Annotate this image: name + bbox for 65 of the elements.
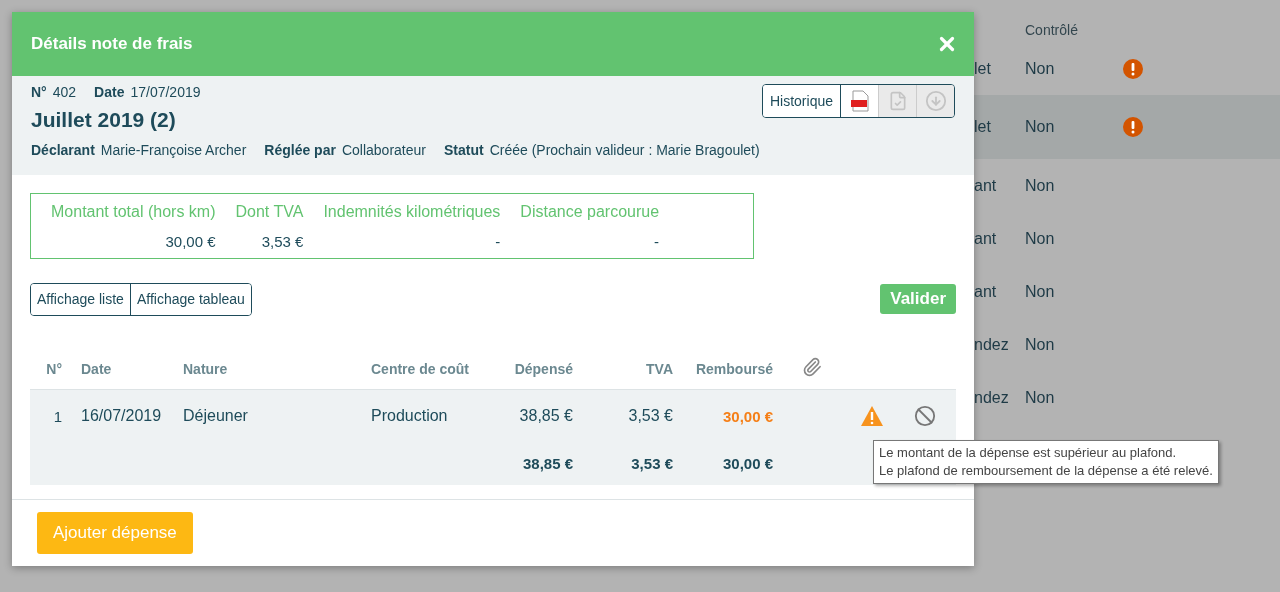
cell-text: ant	[974, 176, 998, 195]
column-header: Contrôlé	[1025, 22, 1078, 38]
summary-label: Indemnités kilométriques	[322, 202, 501, 221]
table-cell-text: 3,53 €	[627, 407, 673, 426]
table-cell-text: 16/07/2019	[80, 407, 163, 426]
summary-value: 3,53 €	[260, 231, 304, 250]
tooltip-text: Le montant de la dépense est supérieur au plafond.	[879, 444, 1178, 462]
summary-value: -	[653, 231, 660, 250]
cell-text: Non	[1025, 59, 1056, 78]
cell-text: Non	[1025, 282, 1056, 301]
history-button[interactable]: Historique	[762, 85, 840, 118]
summary-value: 30,00 €	[164, 231, 216, 250]
pdf-icon	[849, 90, 870, 113]
summary-label: Montant total (hors km)	[50, 202, 216, 221]
column-header: TVA	[645, 360, 673, 377]
column-header: Nature	[182, 360, 229, 377]
tooltip-text: Le plafond de remboursement de la dépense a été relevé.	[879, 462, 1213, 480]
table-cell-text: 38,85 €	[518, 407, 573, 426]
meta-field: Date 17/07/2019	[94, 84, 201, 101]
view-button[interactable]: Affichage tableau	[129, 283, 251, 315]
cell-text: ndez	[974, 335, 1010, 354]
cell-text: ant	[974, 229, 998, 248]
cell-text: Non	[1025, 335, 1056, 354]
summary-value: -	[494, 231, 501, 250]
cell-text: Non	[1025, 176, 1056, 195]
list-row[interactable]: ant Non	[974, 265, 1280, 318]
cell-text: ant	[974, 282, 998, 301]
cell-text: Non	[1025, 388, 1056, 407]
column-header: Dépensé	[513, 360, 573, 377]
alert-icon	[1122, 116, 1144, 138]
alert-icon	[1122, 57, 1144, 80]
total-cell-text: 38,85 €	[521, 455, 573, 473]
list-row[interactable]: ndez Non	[974, 371, 1280, 424]
table-cell-text: 30,00 €	[721, 407, 773, 425]
ban-icon[interactable]	[913, 405, 936, 428]
total-cell-text: 30,00 €	[721, 455, 773, 473]
table-cell-text: 1	[52, 407, 62, 425]
paperclip-icon	[802, 356, 822, 377]
report-title: Juillet 2019 (2)	[31, 108, 177, 133]
pdf-button[interactable]	[840, 85, 878, 118]
cell-text: Non	[1025, 229, 1056, 248]
column-header: Remboursé	[694, 360, 773, 377]
table-cell-text: Déjeuner	[182, 407, 249, 426]
list-row[interactable]: let Non	[974, 42, 1280, 95]
column-header: N°	[45, 360, 62, 377]
meta-field: N° 402	[31, 84, 77, 101]
summary-label: Distance parcourue	[519, 202, 660, 221]
list-row[interactable]: let Non	[974, 95, 1280, 159]
column-header: Centre de coût	[370, 360, 470, 377]
column-header: Date	[80, 360, 113, 377]
summary-label: Dont TVA	[234, 202, 304, 221]
table-cell-text: Production	[370, 407, 449, 426]
cell-text: Non	[1025, 118, 1056, 136]
cell-text: let	[974, 59, 992, 78]
total-cell-text: 3,53 €	[630, 455, 673, 473]
cell-text: let	[974, 118, 992, 136]
detail-field: Statut Créée (Prochain valideur : Marie Bragoulet)	[443, 142, 760, 159]
list-row[interactable]: ant Non	[974, 212, 1280, 265]
cell-text: ndez	[974, 388, 1010, 407]
detail-field: Déclarant Marie-Françoise Archer	[31, 142, 247, 159]
download-icon	[924, 90, 947, 113]
list-row[interactable]: ndez Non	[974, 318, 1280, 371]
detail-field: Réglée par Collaborateur	[264, 142, 426, 159]
list-row[interactable]: ant Non	[974, 159, 1280, 212]
dialog-title: Détails note de frais	[31, 34, 193, 54]
